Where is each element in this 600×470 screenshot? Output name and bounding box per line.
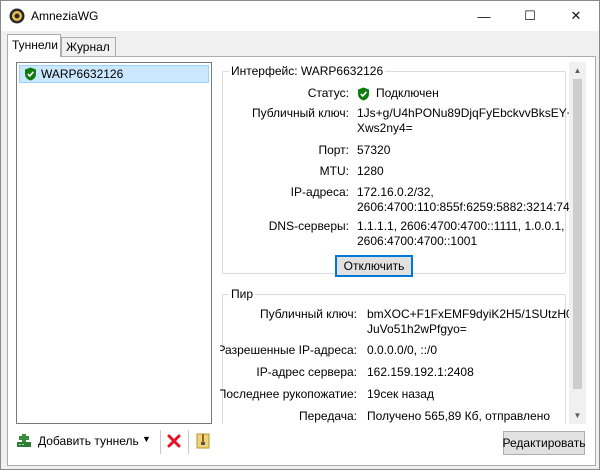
mtu-value[interactable]: 1280 xyxy=(357,164,565,179)
port-value[interactable]: 57320 xyxy=(357,143,565,158)
vertical-scrollbar[interactable]: ▲ ▼ xyxy=(569,62,586,424)
tunnel-toolbar: Добавить туннель ▼ xyxy=(16,430,212,454)
scrollbar-thumb[interactable] xyxy=(573,79,582,389)
add-tunnel-button[interactable]: Добавить туннель ▼ xyxy=(16,430,156,452)
export-zip-icon[interactable] xyxy=(196,433,210,449)
interface-title: Интерфейс: WARP6632126 xyxy=(229,64,386,78)
tab-tunnels[interactable]: Туннели xyxy=(7,34,61,57)
allowed-ips-label: Разрешенные IP-адреса: xyxy=(220,343,357,357)
delete-x-icon[interactable] xyxy=(166,433,182,449)
shield-check-icon xyxy=(358,87,369,100)
status-text: Подключен xyxy=(376,86,439,100)
toolbar-divider xyxy=(160,430,161,454)
tunnel-item[interactable]: WARP6632126 xyxy=(19,65,209,83)
chevron-down-icon[interactable]: ▼ xyxy=(142,434,151,444)
handshake-label: Последнее рукопожатие: xyxy=(220,387,357,401)
minimize-button[interactable]: — xyxy=(461,1,507,31)
scroll-down-icon[interactable]: ▼ xyxy=(569,407,586,424)
dns-label: DNS-серверы: xyxy=(268,219,349,233)
tunnel-list[interactable]: WARP6632126 xyxy=(16,62,212,424)
peer-pubkey-value[interactable]: bmXOC+F1FxEMF9dyiK2H5/1SUtzH0 JuVo51h2wP… xyxy=(367,307,573,337)
endpoint-value[interactable]: 162.159.192.1:2408 xyxy=(367,365,563,380)
peer-title: Пир xyxy=(229,287,256,301)
app-window: AmneziaWG — ☐ ✕ Туннели Журнал WARP66321… xyxy=(0,0,600,470)
shield-check-icon xyxy=(25,67,36,81)
close-button[interactable]: ✕ xyxy=(553,1,599,31)
add-tunnel-label: Добавить туннель xyxy=(38,434,139,448)
mtu-label: MTU: xyxy=(319,164,349,178)
endpoint-label: IP-адрес сервера: xyxy=(256,365,357,379)
ip-label: IP-адреса: xyxy=(290,185,349,199)
transfer-value[interactable]: Получено 565,89 Кб, отправлено 403,54 Кб xyxy=(367,409,563,424)
maximize-button[interactable]: ☐ xyxy=(507,1,553,31)
details-scroll-area[interactable]: Интерфейс: WARP6632126 Статус: Подключен… xyxy=(220,62,581,424)
amneziawg-logo-icon xyxy=(9,8,25,24)
port-label: Порт: xyxy=(318,143,349,157)
disconnect-button[interactable]: Отключить xyxy=(335,255,413,277)
edit-button[interactable]: Редактировать xyxy=(503,431,585,455)
add-tunnel-icon xyxy=(17,434,31,447)
status-value: Подключен xyxy=(357,86,565,101)
tunnel-name: WARP6632126 xyxy=(41,67,124,81)
ip-value[interactable]: 172.16.0.2/32, 2606:4700:110:855f:6259:5… xyxy=(357,185,581,215)
pubkey-value[interactable]: 1Js+g/U4hPONu89DjqFyEbckvvBksEY+00SN Xws… xyxy=(357,106,581,136)
scroll-up-icon[interactable]: ▲ xyxy=(569,62,586,79)
transfer-label: Передача: xyxy=(298,409,357,423)
toolbar-divider xyxy=(188,430,189,454)
tunnels-panel: WARP6632126 Добавить туннель ▼ Интерфейс… xyxy=(7,56,596,466)
interface-group: Интерфейс: WARP6632126 Статус: Подключен… xyxy=(222,64,581,277)
allowed-ips-value[interactable]: 0.0.0.0/0, ::/0 xyxy=(367,343,563,358)
tab-log[interactable]: Журнал xyxy=(61,37,116,57)
status-label: Статус: xyxy=(307,86,349,100)
dns-value[interactable]: 1.1.1.1, 2606:4700:4700::1111, 1.0.0.1, … xyxy=(357,219,565,249)
window-title: AmneziaWG xyxy=(31,9,99,23)
pubkey-label: Публичный ключ: xyxy=(251,106,349,120)
handshake-value[interactable]: 19сек назад xyxy=(367,387,563,402)
title-bar[interactable]: AmneziaWG — ☐ ✕ xyxy=(1,1,599,31)
peer-pubkey-label: Публичный ключ: xyxy=(259,307,357,321)
peer-group: Пир Публичный ключ: bmXOC+F1FxEMF9dyiK2H… xyxy=(220,287,573,424)
